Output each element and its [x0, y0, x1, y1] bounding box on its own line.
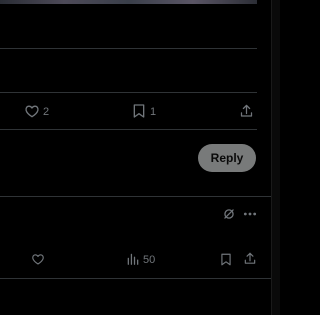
- more-icon: [243, 212, 257, 216]
- share-button[interactable]: [239, 103, 254, 119]
- more-options-button[interactable]: [243, 208, 257, 220]
- divider: [0, 48, 257, 49]
- reply-button-label: Reply: [210, 151, 244, 165]
- bookmark-count: 1: [150, 106, 157, 118]
- like-button[interactable]: [31, 252, 45, 266]
- share-icon: [244, 252, 256, 264]
- reply-button[interactable]: Reply: [198, 144, 256, 172]
- media-preview-strip[interactable]: [0, 0, 257, 4]
- heart-icon: [32, 254, 44, 265]
- like-button[interactable]: [24, 103, 40, 119]
- bookmark-button[interactable]: [131, 103, 147, 119]
- views-count: 50: [143, 254, 156, 266]
- divider: [0, 278, 271, 279]
- heart-icon: [25, 105, 39, 118]
- like-count: 2: [43, 106, 50, 118]
- divider: [0, 129, 257, 130]
- bookmark-icon: [221, 253, 231, 266]
- bookmark-button[interactable]: [219, 252, 233, 267]
- grok-button[interactable]: [222, 207, 236, 221]
- analytics-icon: [127, 253, 139, 265]
- divider: [0, 196, 271, 197]
- bookmark-icon: [133, 104, 145, 118]
- share-icon: [240, 104, 253, 117]
- grok-icon: [224, 209, 234, 219]
- share-button[interactable]: [243, 251, 257, 266]
- page-scrollbar[interactable]: [271, 0, 280, 315]
- views-button[interactable]: [126, 252, 140, 266]
- divider: [0, 92, 257, 93]
